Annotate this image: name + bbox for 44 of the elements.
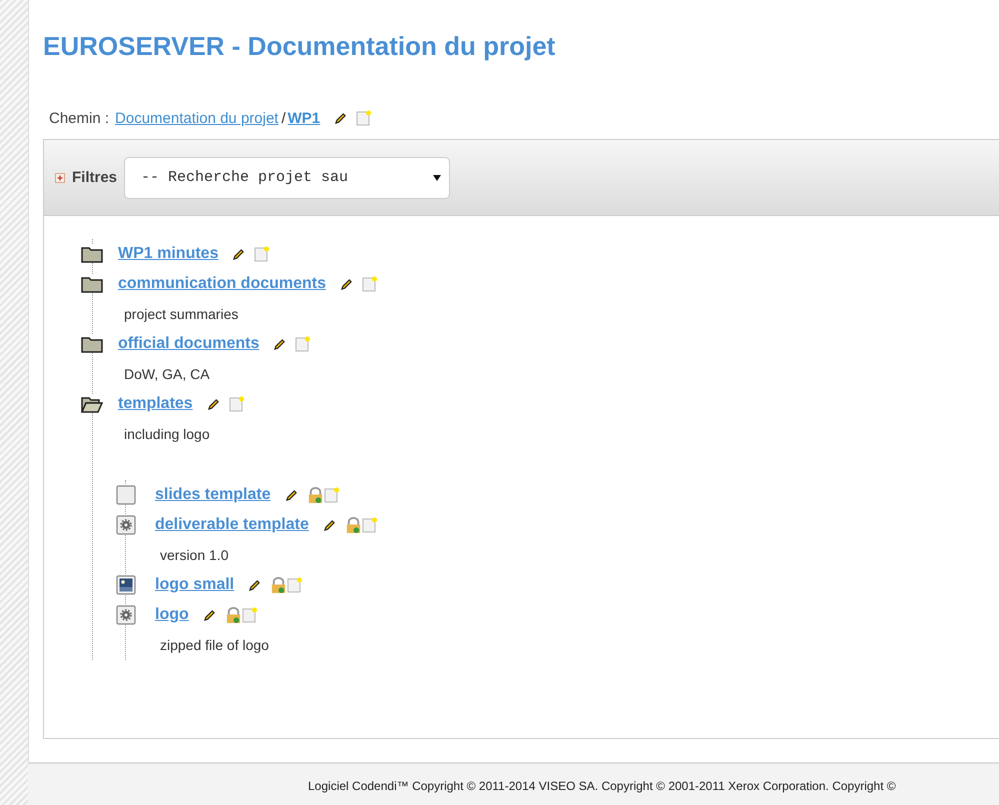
lock-icon[interactable] <box>306 486 324 504</box>
file-link[interactable]: logo small <box>155 576 234 594</box>
pencil-icon[interactable] <box>334 112 348 124</box>
folder-icon[interactable] <box>81 335 103 353</box>
folder-description: project summaries <box>124 305 240 324</box>
blank-file-icon[interactable] <box>116 485 136 505</box>
pencil-icon[interactable] <box>322 518 336 532</box>
path-label: Chemin : <box>49 110 110 126</box>
caret-icon <box>433 174 442 182</box>
path-separator: / <box>281 110 286 126</box>
gear-file-icon[interactable] <box>116 605 136 625</box>
file-link[interactable]: deliverable template <box>155 516 309 534</box>
copyright-text: Logiciel Codendi™ Copyright © 2011-2014 VISEO SA. Copyright © 2001-2011 Xerox Corporation. Copyright © <box>308 779 896 793</box>
folder-link[interactable]: communication documents <box>118 275 326 293</box>
lock-icon[interactable] <box>270 576 288 594</box>
lock-icon[interactable] <box>224 606 242 624</box>
folder-icon[interactable] <box>81 275 103 293</box>
page-title: EUROSERVER - Documentation du projet <box>43 30 556 63</box>
file-description: zipped file of logo <box>160 636 270 655</box>
pencil-icon[interactable] <box>284 488 298 502</box>
open-folder-icon[interactable] <box>81 395 103 413</box>
folder-link[interactable]: official documents <box>118 335 260 353</box>
pencil-icon[interactable] <box>202 608 216 622</box>
file-link[interactable]: logo <box>155 606 189 624</box>
folder-icon[interactable] <box>81 245 103 263</box>
pencil-icon[interactable] <box>248 578 262 592</box>
folder-link[interactable]: WP1 minutes <box>118 245 218 263</box>
folder-description: DoW, GA, CA <box>124 365 211 384</box>
lock-icon[interactable] <box>344 516 362 534</box>
file-link[interactable]: slides template <box>155 486 271 504</box>
pencil-icon[interactable] <box>273 338 286 350</box>
folder-description: including logo <box>124 425 211 444</box>
gear-file-icon[interactable] <box>116 515 136 535</box>
pencil-icon[interactable] <box>206 398 220 410</box>
search-project-select[interactable]: -- Recherche projet sau <box>124 156 450 198</box>
image-file-icon[interactable] <box>116 575 136 595</box>
pencil-icon[interactable] <box>340 278 354 290</box>
file-description: version 1.0 <box>160 546 230 565</box>
breadcrumb-link[interactable]: Documentation du projet <box>115 110 278 126</box>
expand-icon[interactable] <box>55 172 65 182</box>
filters-label: Filtres <box>72 169 118 186</box>
breadcrumb-link[interactable]: WP1 <box>288 110 320 126</box>
folder-link[interactable]: templates <box>118 395 193 413</box>
pencil-icon[interactable] <box>232 248 246 260</box>
